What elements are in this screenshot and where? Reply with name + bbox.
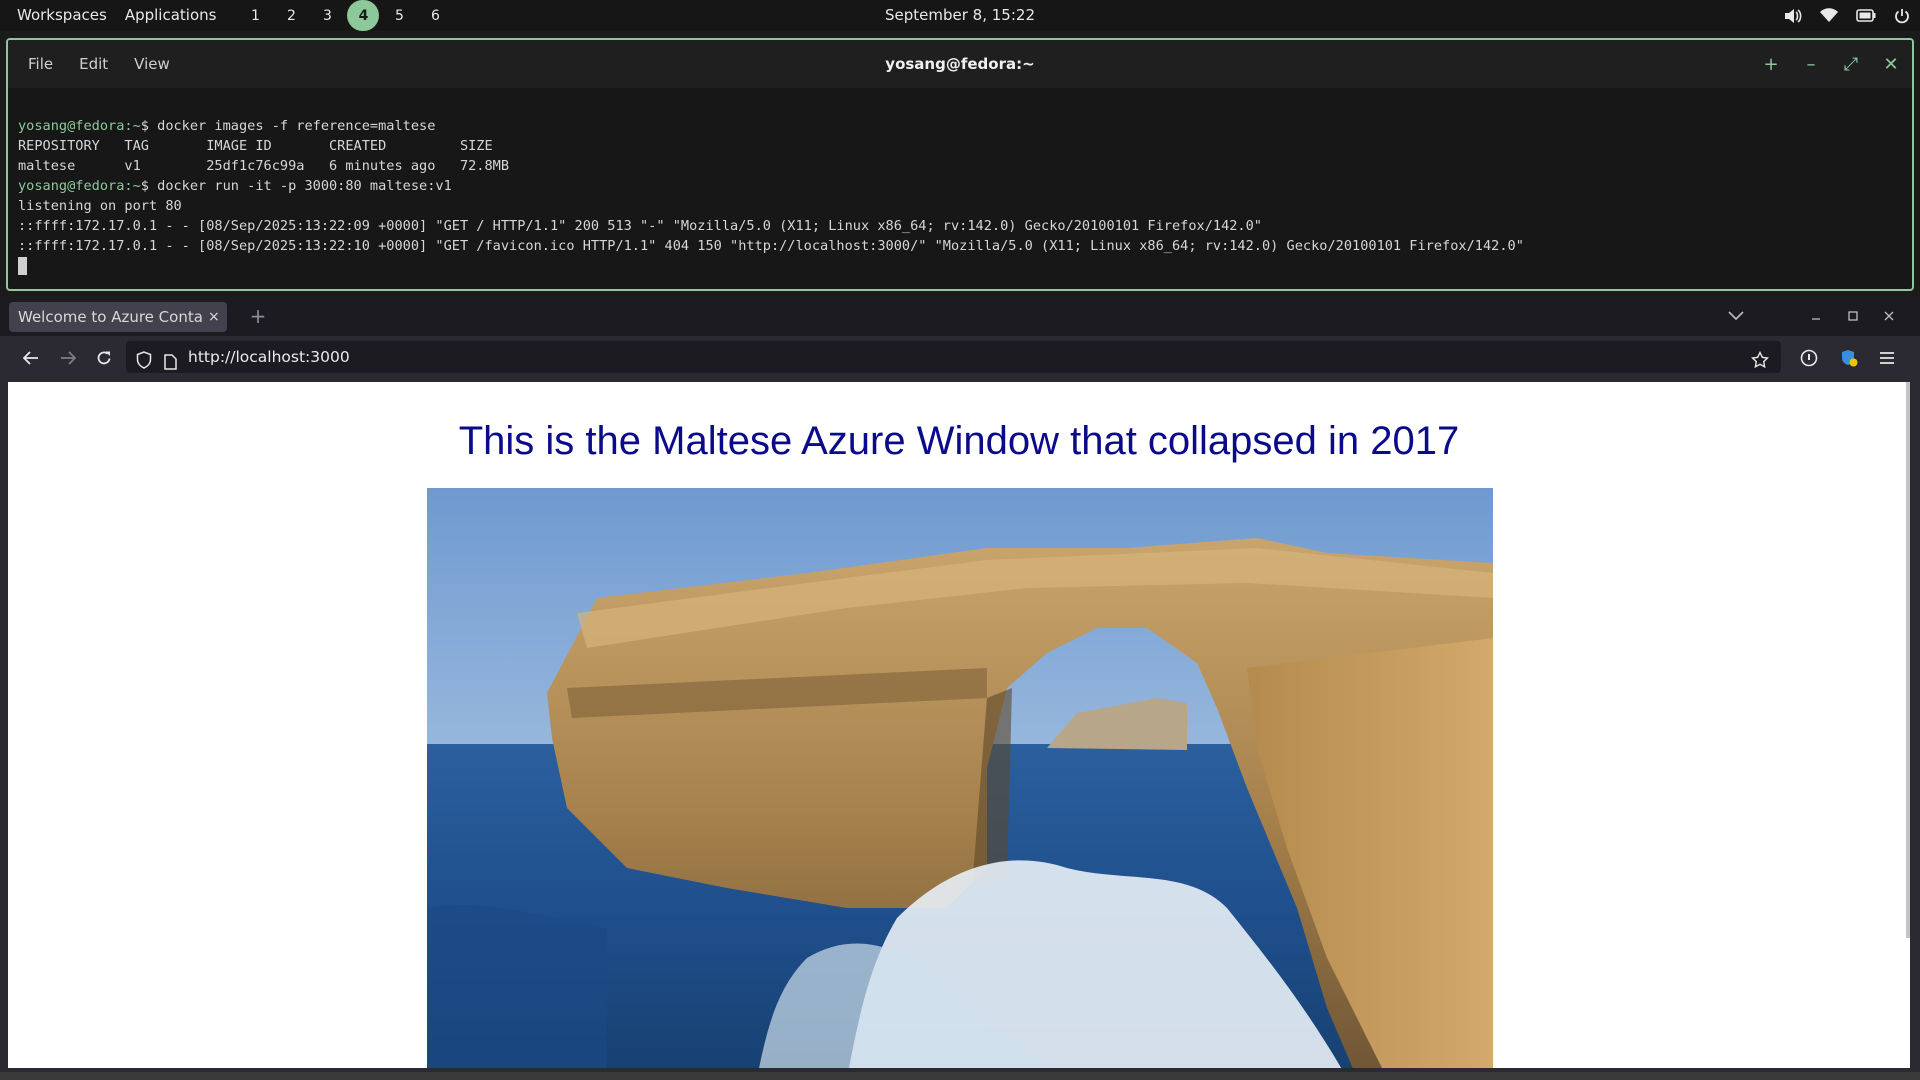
url-bar[interactable]: http://localhost:3000 — [126, 341, 1781, 373]
tab-title: Welcome to Azure Container — [18, 308, 204, 326]
workspace-1[interactable]: 1 — [239, 0, 271, 31]
text-cursor — [18, 257, 27, 275]
password-manager-icon[interactable] — [1796, 345, 1822, 371]
terminal-prompt: yosang@fedora:~ — [18, 178, 141, 194]
tab-strip: Welcome to Azure Container × + — [0, 296, 1920, 336]
browser-close-icon[interactable] — [1884, 296, 1894, 336]
applications-menu[interactable]: Applications — [116, 0, 226, 31]
terminal-window[interactable]: File Edit View yosang@fedora:~ + – ⤢ ✕ y… — [6, 38, 1914, 291]
workspace-3[interactable]: 3 — [311, 0, 343, 31]
page-scrollbar[interactable] — [1906, 382, 1910, 938]
browser-maximize-icon[interactable] — [1848, 296, 1858, 336]
terminal-prompt: yosang@fedora:~ — [18, 118, 141, 134]
tracking-protection-shield-icon[interactable] — [136, 348, 152, 380]
terminal-line: yosang@fedora:~$ docker images -f refere… — [18, 118, 436, 134]
terminal-line: REPOSITORY TAG IMAGE ID CREATED SIZE — [18, 138, 493, 154]
browser-minimize-icon[interactable] — [1811, 296, 1821, 336]
tab-close-icon[interactable]: × — [208, 309, 220, 325]
system-tray[interactable] — [1784, 0, 1910, 31]
wifi-icon[interactable] — [1820, 8, 1838, 23]
terminal-line: ::ffff:172.17.0.1 - - [08/Sep/2025:13:22… — [18, 238, 1524, 254]
new-tab-icon[interactable]: + — [1762, 54, 1780, 75]
workspace-6[interactable]: 6 — [419, 0, 451, 31]
azure-window-photo — [427, 488, 1493, 1068]
workspace-5[interactable]: 5 — [383, 0, 415, 31]
terminal-line — [18, 256, 1904, 276]
window-bottom-edge — [0, 1072, 1920, 1080]
volume-icon[interactable] — [1784, 8, 1802, 24]
forward-icon[interactable] — [55, 345, 81, 371]
terminal-line: ::ffff:172.17.0.1 - - [08/Sep/2025:13:22… — [18, 218, 1262, 234]
navigation-toolbar: http://localhost:3000 — [0, 336, 1920, 378]
top-panel: Workspaces Applications 1 2 3 4 5 6 Sept… — [0, 0, 1920, 31]
back-icon[interactable] — [18, 345, 44, 371]
new-tab-button[interactable]: + — [244, 302, 272, 332]
battery-icon[interactable] — [1856, 9, 1876, 22]
list-all-tabs-icon[interactable] — [1728, 296, 1744, 336]
terminal-line: yosang@fedora:~$ docker run -it -p 3000:… — [18, 178, 452, 194]
terminal-title: yosang@fedora:~ — [885, 55, 1035, 73]
terminal-line: listening on port 80 — [18, 198, 182, 214]
close-icon[interactable]: ✕ — [1882, 54, 1900, 75]
bookmark-star-icon[interactable] — [1750, 348, 1770, 380]
terminal-line: maltese v1 25df1c76c99a 6 minutes ago 72… — [18, 158, 510, 174]
workspaces-menu[interactable]: Workspaces — [8, 0, 116, 31]
maximize-icon[interactable]: ⤢ — [1842, 54, 1860, 75]
tab-active[interactable]: Welcome to Azure Container × — [9, 302, 227, 332]
power-icon[interactable] — [1894, 8, 1910, 24]
page-content[interactable]: This is the Maltese Azure Window that co… — [8, 382, 1910, 1068]
minimize-icon[interactable]: – — [1802, 54, 1820, 75]
workspace-4[interactable]: 4 — [347, 0, 380, 31]
page-info-icon[interactable] — [164, 349, 177, 381]
hamburger-menu-icon[interactable] — [1874, 345, 1900, 371]
workspace-2[interactable]: 2 — [275, 0, 307, 31]
extension-icon[interactable] — [1836, 345, 1862, 371]
url-text[interactable]: http://localhost:3000 — [188, 348, 350, 366]
reload-icon[interactable] — [91, 345, 117, 371]
page-heading: This is the Maltese Azure Window that co… — [458, 419, 1460, 463]
browser-window[interactable]: Welcome to Azure Container × + — [0, 296, 1920, 1080]
terminal-output[interactable]: yosang@fedora:~$ docker images -f refere… — [18, 96, 1904, 289]
terminal-headerbar[interactable]: File Edit View yosang@fedora:~ + – ⤢ ✕ — [8, 40, 1912, 88]
